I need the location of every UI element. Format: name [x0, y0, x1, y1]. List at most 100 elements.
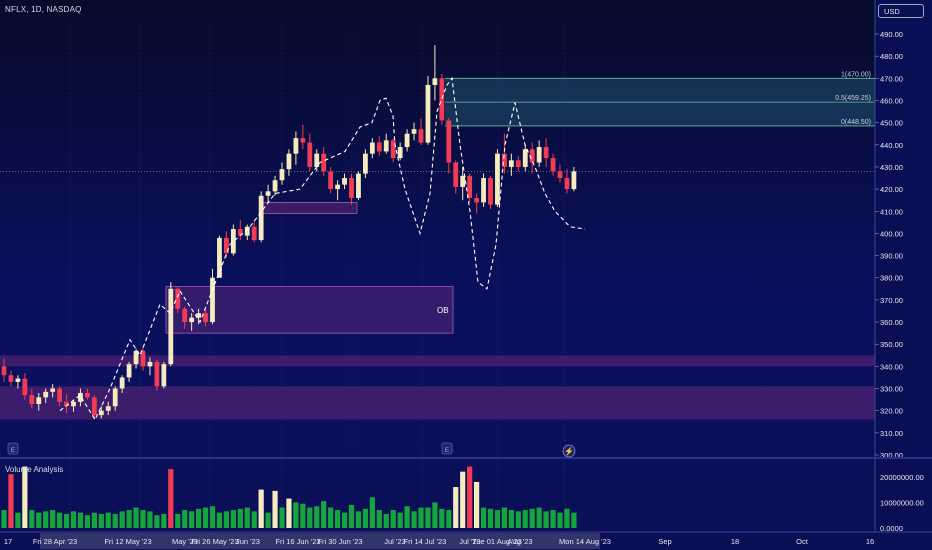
volume-bar[interactable] — [258, 489, 264, 528]
candle-body[interactable] — [189, 317, 195, 323]
candle-body[interactable] — [91, 397, 97, 416]
candle-body[interactable] — [474, 197, 479, 203]
candle-body[interactable] — [418, 129, 424, 143]
volume-bar[interactable] — [161, 513, 167, 528]
candle-body[interactable] — [564, 178, 570, 190]
candle-body[interactable] — [328, 171, 334, 190]
volume-bar[interactable] — [522, 510, 528, 528]
volume-bar[interactable] — [119, 511, 125, 528]
candle-body[interactable] — [369, 142, 375, 154]
volume-bar[interactable] — [50, 510, 56, 528]
volume-bar[interactable] — [175, 513, 181, 528]
volume-bar[interactable] — [397, 512, 403, 528]
volume-bar[interactable] — [98, 513, 104, 528]
volume-bar[interactable] — [154, 515, 160, 528]
volume-bar[interactable] — [70, 511, 77, 528]
volume-bar[interactable] — [209, 506, 216, 528]
candle-body[interactable] — [175, 288, 181, 309]
volume-bar[interactable] — [390, 510, 396, 528]
candle-body[interactable] — [217, 237, 222, 278]
candle-body[interactable] — [453, 162, 459, 187]
candle-body[interactable] — [182, 308, 188, 323]
volume-bar[interactable] — [425, 507, 431, 528]
candle-body[interactable] — [557, 171, 563, 179]
candle-body[interactable] — [71, 401, 76, 407]
candle-body[interactable] — [126, 364, 132, 378]
volume-bar[interactable] — [314, 506, 320, 528]
volume-bar[interactable] — [550, 510, 556, 528]
volume-bar[interactable] — [230, 510, 236, 528]
candle-body[interactable] — [272, 180, 278, 192]
candle-body[interactable] — [112, 388, 118, 407]
candle-body[interactable] — [36, 397, 42, 405]
volume-bar[interactable] — [43, 511, 49, 528]
candle-body[interactable] — [571, 171, 577, 190]
volume-bar[interactable] — [328, 507, 334, 528]
candle-body[interactable] — [495, 153, 500, 205]
volume-bar[interactable] — [307, 507, 313, 528]
volume-bar[interactable] — [223, 511, 229, 528]
volume-bar[interactable] — [494, 510, 501, 528]
volume-bar[interactable] — [216, 512, 223, 528]
candle-body[interactable] — [85, 392, 90, 398]
volume-bar[interactable] — [15, 512, 21, 528]
volume-bar[interactable] — [467, 466, 473, 528]
candle-body[interactable] — [1, 366, 7, 376]
candle-body[interactable] — [397, 147, 403, 159]
candle-body[interactable] — [8, 375, 14, 382]
candle-body[interactable] — [508, 160, 514, 167]
volume-bar[interactable] — [369, 497, 375, 528]
volume-bar[interactable] — [376, 510, 382, 528]
volume-bar[interactable] — [439, 508, 445, 528]
candle-body[interactable] — [550, 158, 556, 172]
volume-bar[interactable] — [140, 510, 146, 528]
volume-bar[interactable] — [147, 511, 153, 528]
candle-body[interactable] — [258, 195, 264, 241]
volume-bar[interactable] — [63, 513, 70, 528]
volume-bar[interactable] — [474, 481, 480, 528]
candle-body[interactable] — [404, 133, 410, 148]
candle-body[interactable] — [543, 147, 549, 159]
volume-bar[interactable] — [411, 511, 417, 528]
candle-body[interactable] — [300, 138, 306, 143]
volume-bar[interactable] — [133, 507, 139, 528]
volume-bar[interactable] — [36, 512, 42, 528]
candle-body[interactable] — [383, 140, 389, 152]
candle-body[interactable] — [481, 178, 486, 203]
candle-body[interactable] — [321, 153, 327, 172]
volume-bar[interactable] — [335, 510, 341, 528]
currency-selector[interactable]: USD — [878, 4, 924, 18]
candle-body[interactable] — [105, 406, 111, 411]
volume-bar[interactable] — [84, 515, 90, 528]
candle-body[interactable] — [78, 392, 83, 402]
volume-bar[interactable] — [341, 512, 348, 528]
volume-bar[interactable] — [460, 471, 466, 528]
candle-body[interactable] — [314, 153, 320, 167]
candle-body[interactable] — [168, 288, 174, 365]
candle-body[interactable] — [515, 160, 521, 167]
candle-body[interactable] — [98, 410, 104, 416]
candle-body[interactable] — [307, 142, 313, 167]
candle-body[interactable] — [29, 395, 35, 405]
volume-bar[interactable] — [244, 507, 250, 528]
volume-bar[interactable] — [77, 512, 84, 528]
volume-bar[interactable] — [105, 512, 111, 528]
volume-bar[interactable] — [383, 513, 389, 528]
volume-bar[interactable] — [453, 487, 459, 528]
volume-bar[interactable] — [202, 507, 209, 528]
volume-bar[interactable] — [126, 510, 132, 528]
volume-bar[interactable] — [348, 504, 355, 528]
volume-bar[interactable] — [8, 474, 14, 528]
volume-bar[interactable] — [404, 506, 410, 528]
candle-body[interactable] — [230, 228, 236, 254]
volume-bar[interactable] — [571, 512, 577, 528]
volume-bar[interactable] — [362, 508, 368, 528]
candle-body[interactable] — [22, 378, 28, 396]
candle-body[interactable] — [50, 388, 56, 392]
volume-bar[interactable] — [300, 503, 306, 528]
volume-bar[interactable] — [265, 512, 271, 528]
volume-bar[interactable] — [286, 498, 292, 528]
volume-bar[interactable] — [418, 507, 424, 528]
volume-bar[interactable] — [91, 512, 97, 528]
candle-body[interactable] — [411, 129, 417, 134]
